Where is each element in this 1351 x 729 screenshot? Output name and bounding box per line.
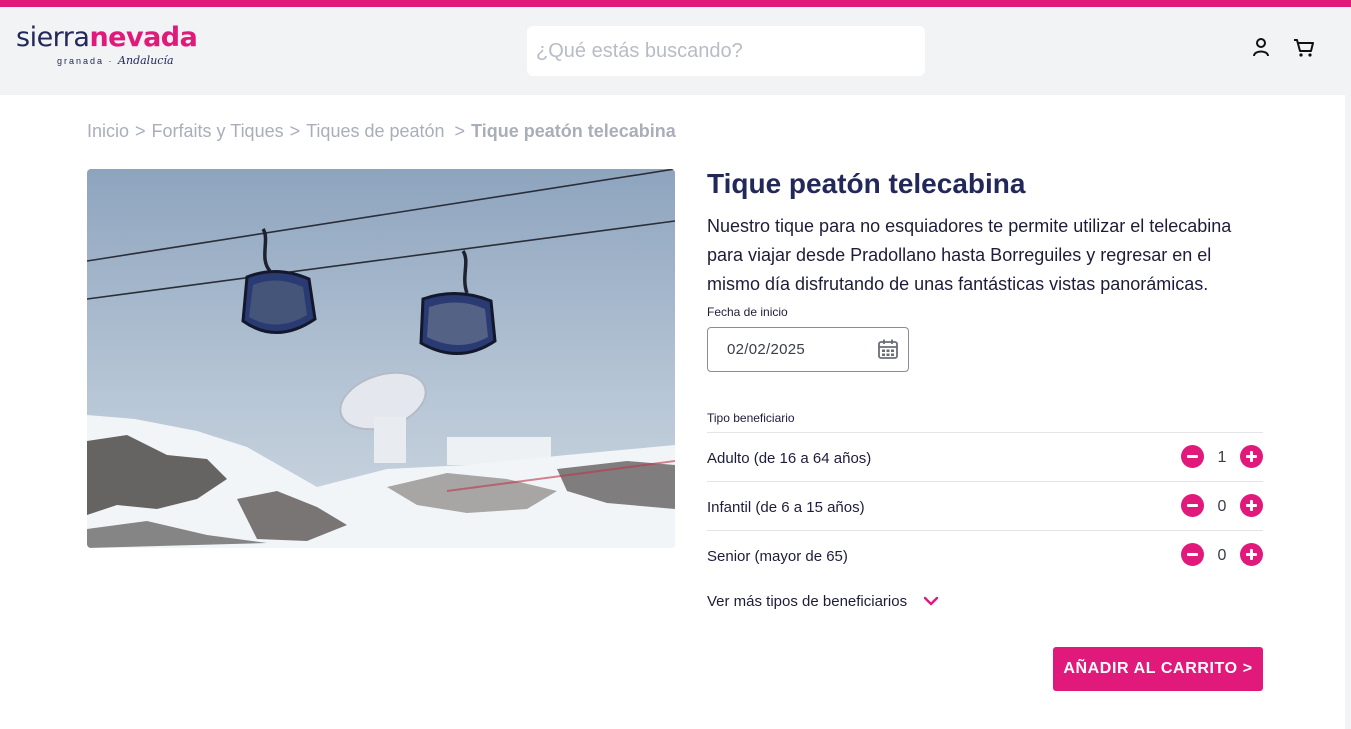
product-description: Nuestro tique para no esquiadores te per… <box>707 216 1232 294</box>
logo-sub-andalucia: Andalucía <box>118 54 174 67</box>
increment-button[interactable] <box>1240 445 1263 468</box>
decrement-button[interactable] <box>1181 543 1204 566</box>
add-to-cart-button[interactable]: AÑADIR AL CARRITO > <box>1053 647 1263 691</box>
breadcrumb: Inicio > Forfaits y Tiques > Tiques de peató… <box>87 121 680 142</box>
product-image <box>87 169 675 548</box>
quantity-value: 1 <box>1217 449 1227 466</box>
beneficiary-type-label: Tipo beneficiario <box>707 411 795 425</box>
breadcrumb-separator: > <box>289 121 301 141</box>
beneficiary-label: Infantil (de 6 a 15 años) <box>707 499 865 516</box>
decrement-button[interactable] <box>1181 445 1204 468</box>
breadcrumb-item-inicio[interactable]: Inicio <box>87 121 129 141</box>
breadcrumb-separator: > <box>135 121 146 141</box>
breadcrumb-item-forfaits[interactable]: Forfaits y Tiques <box>152 121 284 141</box>
date-label: Fecha de inicio <box>707 305 788 319</box>
logo-word-nevada: nevada <box>89 22 198 53</box>
logo-subtitle: granada · Andalucía <box>57 54 174 67</box>
search-input[interactable] <box>527 26 925 76</box>
logo-word-sierra: sierra <box>16 22 90 53</box>
calendar-icon[interactable] <box>877 338 899 360</box>
beneficiary-row-senior: Senior (mayor de 65) 0 <box>707 530 1263 579</box>
increment-button[interactable] <box>1240 543 1263 566</box>
product-title: Tique peatón telecabina <box>707 168 1026 199</box>
start-date-field[interactable]: 02/02/2025 <box>707 327 909 372</box>
user-icon[interactable] <box>1250 36 1272 58</box>
quantity-value: 0 <box>1217 547 1227 564</box>
brand-top-bar <box>0 0 1351 7</box>
chevron-down-icon[interactable] <box>922 594 940 608</box>
start-date-value: 02/02/2025 <box>727 341 806 358</box>
decrement-button[interactable] <box>1181 494 1204 517</box>
beneficiary-label: Senior (mayor de 65) <box>707 548 848 565</box>
breadcrumb-separator: > <box>454 121 466 141</box>
increment-button[interactable] <box>1240 494 1263 517</box>
breadcrumb-current: Tique peatón telecabina <box>471 121 676 141</box>
more-beneficiaries-toggle[interactable]: Ver más tipos de beneficiarios <box>707 593 907 610</box>
breadcrumb-item-tiques-peaton[interactable]: Tiques de peatón <box>306 121 444 141</box>
beneficiary-row-adult: Adulto (de 16 a 64 años) 1 <box>707 432 1263 481</box>
site-header: sierranevada granada · Andalucía <box>0 7 1351 95</box>
beneficiary-label: Adulto (de 16 a 64 años) <box>707 450 872 467</box>
cart-icon[interactable] <box>1293 36 1315 58</box>
logo-sub-granada: granada · <box>57 56 114 66</box>
quantity-value: 0 <box>1217 498 1227 515</box>
sierra-nevada-logo[interactable]: sierranevada granada · Andalucía <box>16 23 216 75</box>
beneficiary-row-child: Infantil (de 6 a 15 años) 0 <box>707 481 1263 530</box>
page-scrollbar[interactable] <box>1345 7 1351 729</box>
